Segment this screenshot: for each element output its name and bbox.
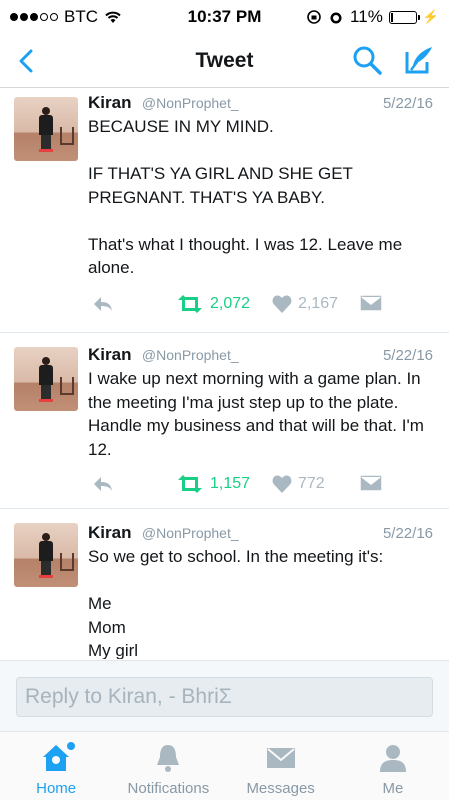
avatar[interactable] [14, 347, 78, 411]
retweet-icon [178, 475, 202, 493]
retweet-button[interactable]: 1,157 [176, 475, 250, 493]
status-left: BTC [10, 7, 122, 27]
wifi-icon [105, 11, 121, 23]
status-time: 10:37 PM [187, 7, 262, 26]
back-chevron-icon[interactable] [12, 46, 42, 76]
direct-message-button[interactable] [360, 475, 382, 491]
author-name[interactable]: Kiran [88, 93, 131, 112]
avatar[interactable] [14, 97, 78, 161]
status-right: 11% ⚡ [306, 7, 439, 27]
avatar[interactable] [14, 523, 78, 587]
reply-button[interactable] [92, 475, 114, 493]
tweet-text: So we get to school. In the meeting it's… [88, 547, 384, 659]
battery-icon [388, 10, 420, 24]
battery-percent: 11% [350, 7, 383, 26]
envelope-icon [360, 475, 382, 491]
battery-level-fill [390, 12, 394, 22]
nav-actions [351, 44, 435, 76]
signal-strength-icon [10, 13, 58, 21]
author-handle[interactable]: @NonProphet_ [142, 347, 239, 363]
like-button[interactable]: 772 [272, 475, 325, 493]
alarm-icon [330, 12, 342, 24]
retweet-count: 1,157 [210, 475, 251, 492]
tab-bar: Home Notifications Messages Me [0, 732, 449, 800]
carrier-name: BTC [64, 7, 98, 26]
tweet-thread: Kiran @NonProphet_ 5/22/16 BECAUSE IN MY… [0, 89, 449, 659]
tweet-item[interactable]: Kiran @NonProphet_ 5/22/16 So we get to … [0, 509, 449, 659]
envelope-icon [360, 295, 382, 311]
tweet-header: Kiran @NonProphet_ 5/22/16 [88, 93, 433, 113]
tab-home-label: Home [36, 780, 77, 797]
retweet-button[interactable]: 2,072 [176, 295, 250, 313]
reply-input[interactable] [16, 677, 433, 717]
author-name[interactable]: Kiran [88, 345, 131, 364]
page-title: Tweet [195, 48, 254, 72]
tweet-date: 5/22/16 [382, 525, 433, 542]
compose-tweet-icon[interactable] [403, 44, 435, 76]
tab-messages[interactable]: Messages [225, 732, 337, 800]
tab-notifications[interactable]: Notifications [112, 732, 224, 800]
tweet-item[interactable]: Kiran @NonProphet_ 5/22/16 BECAUSE IN MY… [0, 89, 449, 333]
status-bar: BTC 10:37 PM 11% ⚡ [0, 0, 449, 34]
retweet-count: 2,072 [210, 295, 251, 312]
reply-button[interactable] [92, 295, 114, 313]
tab-notifications-label: Notifications [127, 780, 210, 797]
tweet-date: 5/22/16 [382, 95, 433, 112]
tab-me-label: Me [382, 780, 404, 797]
search-icon[interactable] [351, 44, 383, 76]
tweet-item[interactable]: Kiran @NonProphet_ 5/22/16 I wake up nex… [0, 333, 449, 509]
like-button[interactable]: 2,167 [272, 295, 338, 313]
tweet-text: BECAUSE IN MY MIND. IF THAT'S YA GIRL AN… [88, 117, 403, 277]
direct-message-button[interactable] [360, 295, 382, 311]
tab-home[interactable]: Home [0, 732, 112, 800]
charging-icon: ⚡ [422, 9, 439, 24]
like-count: 772 [298, 475, 325, 492]
new-content-badge [67, 742, 76, 750]
retweet-icon [178, 295, 202, 313]
reply-icon [94, 297, 112, 311]
like-count: 2,167 [298, 295, 339, 312]
reply-icon [94, 477, 112, 491]
tweet-text: I wake up next morning with a game plan.… [88, 369, 424, 459]
envelope-icon [266, 748, 295, 768]
rotation-lock-icon [307, 10, 321, 24]
bell-icon [157, 745, 180, 772]
profile-icon [379, 745, 406, 772]
author-handle[interactable]: @NonProphet_ [142, 95, 239, 111]
heart-icon [272, 475, 292, 493]
tweet-date: 5/22/16 [382, 347, 433, 364]
reply-bar [0, 660, 449, 732]
nav-bar: Tweet [0, 34, 449, 88]
author-handle[interactable]: @NonProphet_ [142, 525, 239, 541]
tweet-header: Kiran @NonProphet_ 5/22/16 [88, 523, 433, 543]
author-name[interactable]: Kiran [88, 523, 131, 542]
tweet-header: Kiran @NonProphet_ 5/22/16 [88, 345, 433, 365]
heart-icon [272, 295, 292, 313]
tab-me[interactable]: Me [337, 732, 449, 800]
tab-messages-label: Messages [246, 780, 315, 797]
